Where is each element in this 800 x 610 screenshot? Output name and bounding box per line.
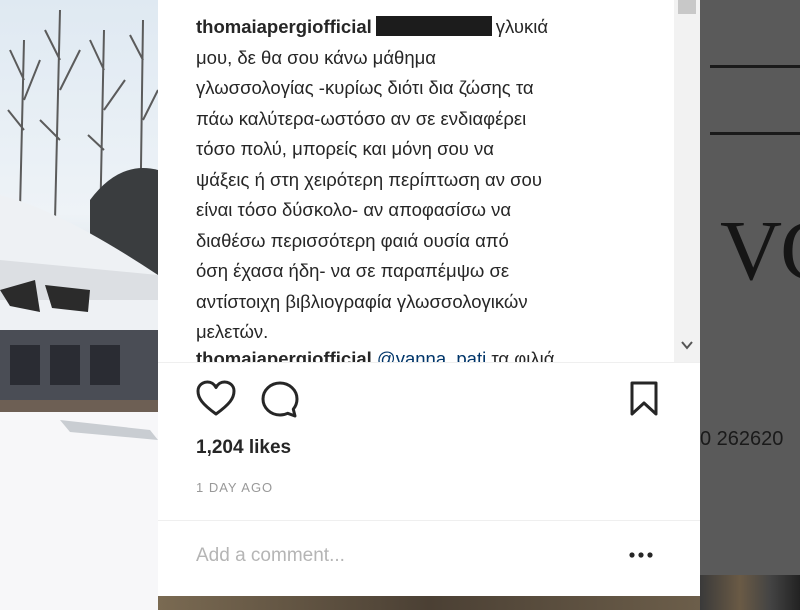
comment-line: μελετών.: [196, 321, 269, 342]
post-actions: [194, 380, 664, 424]
background-phone-text: 0 262620: [700, 428, 784, 450]
comment-line: ψάξεις ή στη χειρότερη περίπτωση αν σου: [196, 168, 542, 190]
background-big-text: VC: [720, 202, 800, 298]
divider: [710, 132, 800, 135]
comment-input[interactable]: [196, 543, 596, 569]
comment-line: τόσο πολύ, μπορείς και μόνη σου να: [196, 138, 494, 159]
comment: thomaiapergiofficial @vanna_pati τα φιλι…: [196, 344, 666, 363]
background-document: VC 0 262620: [700, 0, 800, 575]
bookmark-icon[interactable]: [628, 380, 660, 423]
heart-icon[interactable]: [196, 380, 236, 423]
comment-username[interactable]: thomaiapergiofficial: [196, 16, 372, 37]
chevron-down-icon[interactable]: [680, 338, 694, 352]
scrollbar-thumb[interactable]: [678, 0, 696, 14]
comment-text: τα φιλιά: [491, 348, 555, 363]
more-options-icon[interactable]: [628, 545, 658, 565]
background-strip: [158, 596, 700, 610]
comment-line: διαθέσω περισσότερη φαιά ουσία από: [196, 229, 509, 251]
redacted-mention: [375, 16, 492, 36]
comment-mention[interactable]: @vanna_pati: [377, 348, 486, 362]
comments-list[interactable]: thomaiapergiofficial γλυκιά μου, δε θα σο…: [158, 0, 700, 363]
post-timestamp[interactable]: 1 DAY AGO: [196, 480, 273, 495]
post-photo: [0, 0, 158, 610]
comment-line: είναι τόσο δύσκολο- αν αποφασίσω να: [196, 199, 512, 220]
divider: [710, 65, 800, 68]
comment-line: πάω καλύτερα-ωστόσο αν σε ενδιαφέρει: [196, 107, 527, 129]
comment-line: όση έχασα ήδη- να σε παραπέμψω σε: [196, 260, 510, 281]
comments-scrollbar[interactable]: [674, 0, 700, 362]
add-comment-bar: [158, 520, 700, 597]
comment-text: γλυκιά: [495, 16, 549, 37]
post-panel: thomaiapergiofficial γλυκιά μου, δε θα σο…: [158, 0, 700, 596]
comment: thomaiapergiofficial γλυκιά μου, δε θα σο…: [196, 12, 666, 348]
background-strip: [700, 575, 800, 610]
background-overlay: VC 0 262620: [700, 0, 800, 610]
comment-username[interactable]: thomaiapergiofficial: [196, 348, 372, 362]
comment-line: γλωσσολογίας -κυρίως διότι δια ζώσης τα: [196, 77, 534, 98]
comment-line: αντίστοιχη βιβλιογραφία γλωσσολογικών: [196, 290, 528, 312]
comment-bubble-icon[interactable]: [260, 380, 300, 425]
comment-line: μου, δε θα σου κάνω μάθημα: [196, 46, 436, 68]
likes-count[interactable]: 1,204 likes: [196, 437, 291, 459]
snowy-house-image: [0, 9, 158, 610]
